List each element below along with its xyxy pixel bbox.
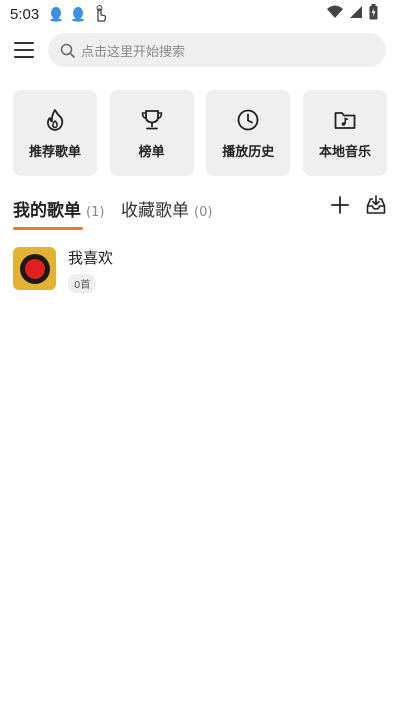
- quick-actions: 推荐歌单 榜单 播放历史 本地音乐: [13, 90, 387, 176]
- status-time: 5:03: [10, 5, 40, 23]
- playlist-song-count-badge: 0首: [68, 274, 97, 293]
- tab-collected-playlists[interactable]: 收藏歌单 (0): [121, 196, 212, 228]
- add-icon[interactable]: [329, 194, 351, 216]
- qq-icon: [50, 7, 63, 22]
- search-placeholder: 点击这里开始搜索: [81, 44, 186, 60]
- touch-hand-icon: [96, 5, 107, 22]
- trophy-icon: [141, 109, 162, 129]
- tab-count: (1): [86, 205, 105, 220]
- tab-actions: [329, 194, 387, 216]
- quick-action-label: 本地音乐: [318, 144, 371, 160]
- local-music-button[interactable]: 本地音乐: [302, 90, 387, 176]
- active-tab-indicator: [13, 227, 83, 230]
- status-system-icons: [327, 4, 378, 20]
- flame-icon: [47, 108, 64, 131]
- wifi-icon: [327, 5, 343, 18]
- quick-action-label: 播放历史: [222, 144, 275, 160]
- qq-icon: [72, 7, 85, 22]
- recommended-playlists-button[interactable]: 推荐歌单: [13, 90, 97, 176]
- music-folder-icon: [334, 111, 356, 129]
- quick-action-label: 榜单: [138, 144, 165, 160]
- play-history-button[interactable]: 播放历史: [206, 90, 291, 176]
- clock-icon: [237, 109, 259, 130]
- status-notification-icons: [49, 5, 107, 23]
- hamburger-menu-icon[interactable]: [14, 40, 34, 60]
- import-tray-icon[interactable]: [365, 194, 387, 216]
- signal-icon: [350, 6, 362, 18]
- playlist-tabs: 我的歌单 (1) 收藏歌单 (0): [13, 194, 387, 232]
- tab-count: (0): [194, 205, 213, 220]
- status-bar: 5:03: [0, 0, 400, 28]
- top-bar: 点击这里开始搜索: [0, 32, 400, 68]
- search-icon: [60, 43, 75, 58]
- playlist-item[interactable]: 我喜欢 0首: [13, 247, 387, 293]
- tab-label: 我的歌单: [13, 201, 81, 221]
- tab-label: 收藏歌单: [121, 201, 189, 221]
- tab-my-playlists[interactable]: 我的歌单 (1): [13, 196, 104, 228]
- search-input[interactable]: 点击这里开始搜索: [48, 33, 386, 67]
- playlist-info: 我喜欢 0首: [68, 247, 114, 293]
- playlist-name: 我喜欢: [68, 249, 114, 267]
- charts-button[interactable]: 榜单: [109, 90, 194, 176]
- quick-action-label: 推荐歌单: [28, 144, 81, 160]
- battery-charging-icon: [369, 4, 378, 20]
- apple-disc-icon: [13, 247, 56, 290]
